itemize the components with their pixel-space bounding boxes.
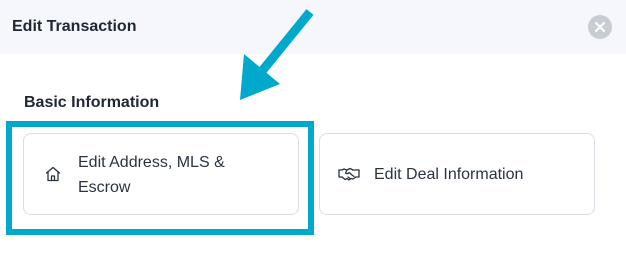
card-label: Edit Deal Information	[374, 166, 524, 183]
edit-deal-information-button[interactable]: Edit Deal Information	[319, 133, 595, 215]
handshake-icon	[338, 165, 360, 183]
edit-transaction-dialog: Edit Transaction Basic Information Edit …	[0, 0, 626, 259]
card-label: Edit Address, MLS & Escrow	[78, 154, 225, 196]
close-button[interactable]	[588, 15, 612, 39]
close-icon	[594, 21, 606, 33]
dialog-header: Edit Transaction	[0, 0, 626, 54]
edit-address-mls-escrow-button[interactable]: Edit Address, MLS & Escrow	[23, 133, 299, 215]
home-icon	[44, 165, 62, 183]
dialog-title: Edit Transaction	[12, 18, 137, 35]
section-title: Basic Information	[24, 94, 160, 111]
